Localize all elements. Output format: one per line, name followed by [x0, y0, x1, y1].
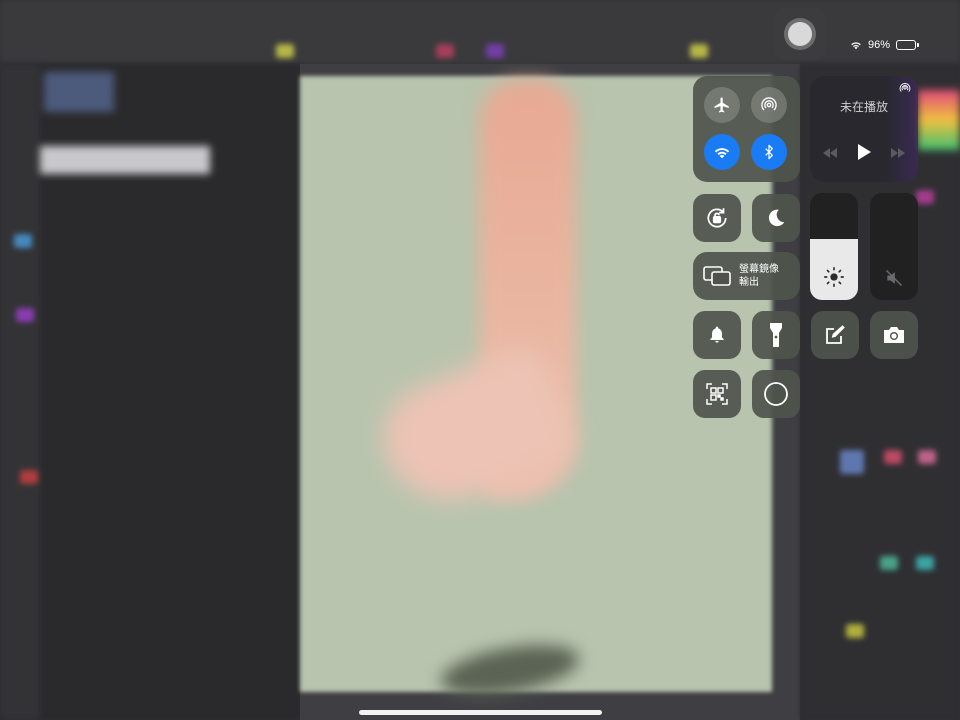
background-swatch	[486, 44, 504, 58]
status-bar: 96%	[850, 39, 919, 51]
brightness-slider[interactable]	[810, 193, 858, 300]
airdrop-toggle[interactable]	[751, 87, 787, 123]
background-tool-strip	[0, 64, 40, 720]
play-icon[interactable]	[857, 144, 871, 160]
background-swatch	[20, 470, 38, 484]
screen-mirroring-label: 螢幕鏡像 輸出	[739, 263, 779, 289]
wifi-icon	[714, 148, 730, 159]
sun-icon-wrap	[810, 266, 858, 288]
background-swatch	[436, 44, 454, 58]
airplane-icon	[714, 97, 729, 113]
note-pencil-icon	[826, 325, 845, 344]
bluetooth-icon	[765, 144, 773, 160]
background-brush-preview	[40, 146, 210, 174]
orientation-lock-button[interactable]	[693, 194, 741, 242]
background-swatch	[16, 308, 34, 322]
qr-scanner-button[interactable]	[693, 370, 741, 418]
bell-icon	[710, 326, 724, 343]
airdrop-icon	[761, 97, 777, 111]
wifi-toggle[interactable]	[704, 134, 740, 170]
do-not-disturb-button[interactable]	[752, 194, 800, 242]
airplane-mode-toggle[interactable]	[704, 87, 740, 123]
camera-icon	[884, 327, 904, 343]
flashlight-icon	[770, 323, 782, 347]
background-swatch	[690, 44, 708, 58]
sun-icon	[824, 267, 844, 287]
wifi-icon	[851, 42, 861, 50]
assistive-touch-button[interactable]	[774, 8, 826, 60]
qr-code-icon	[706, 383, 728, 405]
screen-recording-button[interactable]	[752, 370, 800, 418]
screen-mirroring-label-line2: 輸出	[739, 277, 759, 288]
screen-mirroring-label-line1: 螢幕鏡像	[739, 264, 779, 275]
background-swatch	[918, 450, 936, 464]
connectivity-module	[693, 76, 800, 182]
bluetooth-toggle[interactable]	[751, 134, 787, 170]
flashlight-button[interactable]	[752, 311, 800, 359]
background-swatch	[846, 624, 864, 638]
fast-forward-icon[interactable]	[890, 148, 906, 158]
background-swatch	[276, 44, 294, 58]
background-swatch	[880, 556, 898, 570]
background-thumbnail	[44, 72, 114, 112]
record-icon	[764, 382, 788, 406]
background-swatch	[916, 190, 934, 204]
background-color-wheel	[918, 90, 960, 150]
silent-mode-button[interactable]	[693, 311, 741, 359]
moon-icon	[768, 209, 785, 227]
volume-slider[interactable]	[870, 193, 918, 300]
battery-percent: 96%	[867, 39, 890, 51]
background-swatch	[916, 556, 934, 570]
speaker-icon-wrap	[870, 268, 918, 288]
battery-icon	[896, 40, 919, 50]
rotation-lock-icon	[707, 208, 727, 228]
now-playing-module[interactable]: 未在播放	[810, 76, 918, 182]
assistive-touch-icon	[784, 18, 816, 50]
notes-button[interactable]	[811, 311, 859, 359]
camera-button[interactable]	[870, 311, 918, 359]
speaker-muted-icon	[885, 269, 903, 287]
screen-mirroring-icon	[703, 266, 731, 286]
home-indicator[interactable]	[359, 710, 602, 715]
background-swatch	[884, 450, 902, 464]
rewind-icon[interactable]	[822, 148, 838, 158]
background-swatch	[14, 234, 32, 248]
now-playing-status: 未在播放	[839, 100, 888, 114]
airplay-icon[interactable]	[898, 82, 912, 96]
background-swatch	[840, 450, 864, 474]
screen-mirroring-button[interactable]: 螢幕鏡像 輸出	[693, 252, 800, 300]
